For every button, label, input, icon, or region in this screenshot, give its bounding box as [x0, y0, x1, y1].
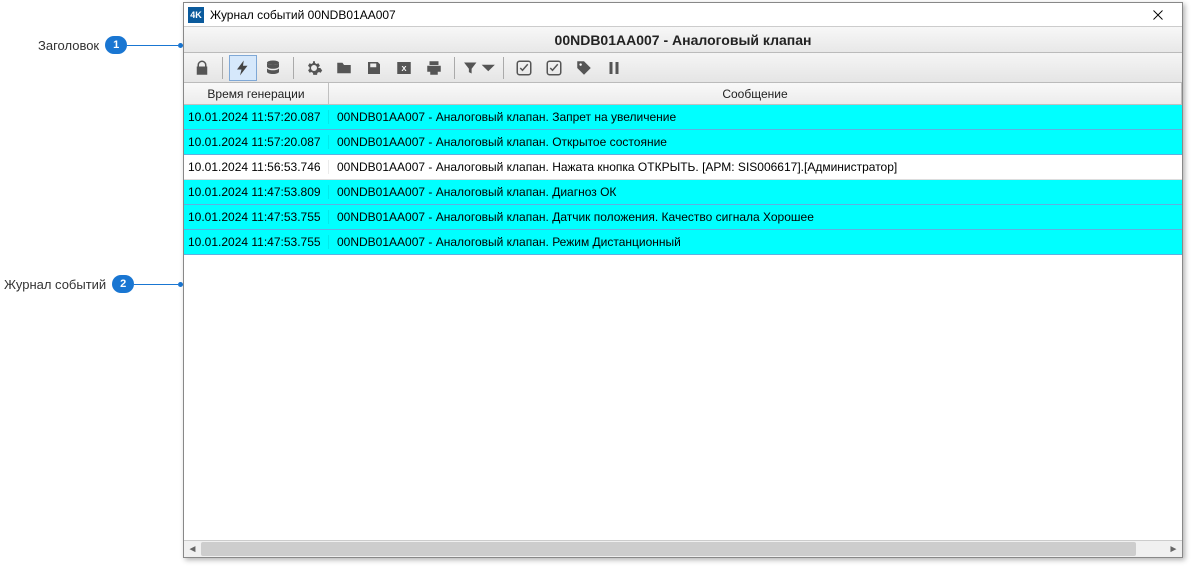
svg-text:X: X: [401, 64, 406, 73]
cell-message: 00NDB01AA007 - Аналоговый клапан. Датчик…: [329, 210, 1182, 224]
header-title: 00NDB01AA007 - Аналоговый клапан: [555, 32, 812, 48]
toolbar: X: [184, 53, 1182, 83]
window-title: Журнал событий 00NDB01AA007: [210, 8, 1138, 22]
table-row[interactable]: 10.01.2024 11:57:20.08700NDB01AA007 - Ан…: [184, 105, 1182, 130]
cell-time: 10.01.2024 11:47:53.755: [184, 235, 329, 249]
print-button[interactable]: [420, 55, 448, 81]
filter-button[interactable]: [461, 55, 497, 81]
toolbar-sep: [503, 57, 504, 79]
folder-button[interactable]: [330, 55, 358, 81]
annotation-line: [127, 45, 178, 46]
close-button[interactable]: [1138, 4, 1178, 26]
bolt-button[interactable]: [229, 55, 257, 81]
toolbar-sep: [222, 57, 223, 79]
annotation-layer: Заголовок 1 Журнал событий 2: [0, 0, 183, 560]
cell-message: 00NDB01AA007 - Аналоговый клапан. Режим …: [329, 235, 1182, 249]
table-row[interactable]: 10.01.2024 11:47:53.75500NDB01AA007 - Ан…: [184, 230, 1182, 255]
app-icon: 4K: [188, 7, 204, 23]
event-log-window: 4K Журнал событий 00NDB01AA007 00NDB01AA…: [183, 2, 1183, 558]
annotation-line: [134, 284, 178, 285]
annotation-badge-2: 2: [112, 275, 134, 293]
scroll-right-button[interactable]: ►: [1165, 541, 1182, 557]
table-row[interactable]: 10.01.2024 11:47:53.80900NDB01AA007 - Ан…: [184, 180, 1182, 205]
cell-time: 10.01.2024 11:47:53.755: [184, 210, 329, 224]
cell-time: 10.01.2024 11:57:20.087: [184, 135, 329, 149]
database-button[interactable]: [259, 55, 287, 81]
annotation-label-log: Журнал событий: [4, 277, 112, 292]
cell-time: 10.01.2024 11:47:53.809: [184, 185, 329, 199]
header-bar: 00NDB01AA007 - Аналоговый клапан: [184, 27, 1182, 53]
column-header-message[interactable]: Сообщение: [329, 83, 1182, 104]
cell-time: 10.01.2024 11:56:53.746: [184, 160, 329, 174]
toolbar-sep: [293, 57, 294, 79]
scroll-thumb[interactable]: [201, 542, 1136, 556]
table-row[interactable]: 10.01.2024 11:47:53.75500NDB01AA007 - Ан…: [184, 205, 1182, 230]
save-button[interactable]: [360, 55, 388, 81]
scrollbar-horizontal[interactable]: ◄ ►: [184, 540, 1182, 557]
table-row[interactable]: 10.01.2024 11:57:20.08700NDB01AA007 - Ан…: [184, 130, 1182, 155]
check-button[interactable]: [510, 55, 538, 81]
annotation-badge-1: 1: [105, 36, 127, 54]
excel-button[interactable]: X: [390, 55, 418, 81]
table-row[interactable]: 10.01.2024 11:56:53.74600NDB01AA007 - Ан…: [184, 155, 1182, 180]
column-header-time[interactable]: Время генерации: [184, 83, 329, 104]
cell-time: 10.01.2024 11:57:20.087: [184, 110, 329, 124]
tag-button[interactable]: [570, 55, 598, 81]
cell-message: 00NDB01AA007 - Аналоговый клапан. Нажата…: [329, 160, 1182, 174]
toolbar-sep: [454, 57, 455, 79]
table-header: Время генерации Сообщение: [184, 83, 1182, 105]
titlebar[interactable]: 4K Журнал событий 00NDB01AA007: [184, 3, 1182, 27]
annotation-label-header: Заголовок: [38, 38, 105, 53]
cell-message: 00NDB01AA007 - Аналоговый клапан. Диагно…: [329, 185, 1182, 199]
cell-message: 00NDB01AA007 - Аналоговый клапан. Открыт…: [329, 135, 1182, 149]
cell-message: 00NDB01AA007 - Аналоговый клапан. Запрет…: [329, 110, 1182, 124]
scroll-track[interactable]: [201, 541, 1165, 557]
check-all-button[interactable]: [540, 55, 568, 81]
table-body: 10.01.2024 11:57:20.08700NDB01AA007 - Ан…: [184, 105, 1182, 540]
pause-button[interactable]: [600, 55, 628, 81]
scroll-left-button[interactable]: ◄: [184, 541, 201, 557]
settings-button[interactable]: [300, 55, 328, 81]
lock-button[interactable]: [188, 55, 216, 81]
